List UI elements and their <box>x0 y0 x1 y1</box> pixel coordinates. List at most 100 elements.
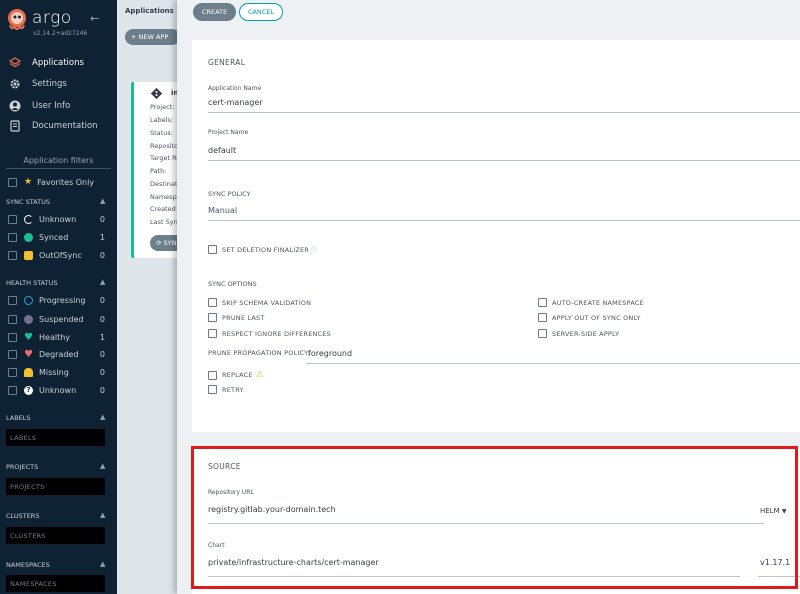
brand-name: argo <box>32 8 72 28</box>
info-icon: ⓘ <box>311 247 318 254</box>
card-field-label: Path: <box>150 167 167 175</box>
namespaces-input[interactable]: NAMESPACES <box>6 575 105 592</box>
card-field-label: Labels: <box>150 116 174 124</box>
caret-up-icon[interactable]: ▲ <box>100 511 105 519</box>
checkbox[interactable] <box>208 385 217 394</box>
filter-health-degraded[interactable]: ♥ Degraded 0 <box>8 350 105 360</box>
chart-input[interactable]: private/infrastructure-charts/cert-manag… <box>208 558 379 567</box>
argo-logo-icon[interactable] <box>6 8 28 32</box>
checkbox[interactable] <box>208 370 217 380</box>
checkbox[interactable] <box>8 368 17 377</box>
filter-sync-unknown[interactable]: Unknown 0 <box>8 215 105 224</box>
checkbox[interactable] <box>8 333 17 342</box>
filter-count: 0 <box>99 251 105 260</box>
replace-checkbox[interactable]: REPLACE ⚠ <box>208 370 264 380</box>
input-underline <box>306 363 800 364</box>
filter-health-progressing[interactable]: Progressing 0 <box>8 296 105 305</box>
filter-label: Unknown <box>39 386 77 395</box>
filter-count: 0 <box>99 315 105 324</box>
apply-out-of-sync-only-checkbox[interactable]: APPLY OUT OF SYNC ONLY <box>538 313 641 322</box>
caret-up-icon[interactable]: ▲ <box>100 560 105 568</box>
project-name-input[interactable]: default <box>208 146 236 155</box>
application-name-input[interactable]: cert-manager <box>208 98 263 107</box>
collapse-arrow-icon[interactable]: ← <box>90 12 99 25</box>
cancel-button[interactable]: CANCEL <box>239 3 283 21</box>
checkbox[interactable] <box>8 296 17 305</box>
filter-health-missing[interactable]: Missing 0 <box>8 368 105 377</box>
checkbox[interactable] <box>208 313 217 322</box>
option-label: RESPECT IGNORE DIFFERENCES <box>222 329 331 338</box>
caret-up-icon[interactable]: ▲ <box>100 413 105 421</box>
checkbox[interactable] <box>538 313 547 322</box>
sync-options-title: SYNC OPTIONS <box>208 280 257 288</box>
caret-up-icon[interactable]: ▲ <box>100 278 105 286</box>
filter-label: OutOfSync <box>39 251 82 260</box>
filter-sync-outofsync[interactable]: OutOfSync 0 <box>8 251 105 260</box>
sync-policy-label: SYNC POLICY <box>208 190 251 198</box>
filter-count: 0 <box>99 296 105 305</box>
favorites-label: Favorites Only <box>37 177 95 187</box>
projects-title: PROJECTS <box>6 463 39 471</box>
retry-checkbox[interactable]: RETRY <box>208 385 244 394</box>
check-circle-icon <box>24 233 33 242</box>
pause-circle-icon <box>24 315 33 324</box>
filter-health-healthy[interactable]: ♥ Healthy 1 <box>8 332 105 343</box>
card-field-label: Project: <box>150 103 175 111</box>
input-underline <box>208 160 800 161</box>
set-deletion-finalizer-checkbox[interactable]: SET DELETION FINALIZER ⓘ <box>208 245 317 254</box>
checkbox[interactable] <box>8 251 17 260</box>
respect-ignore-differences-checkbox[interactable]: RESPECT IGNORE DIFFERENCES <box>208 329 331 338</box>
create-button[interactable]: CREATE <box>193 3 236 21</box>
input-underline <box>208 112 800 113</box>
checkbox[interactable] <box>8 350 17 359</box>
filter-sync-synced[interactable]: Synced 1 <box>8 233 105 242</box>
git-icon <box>150 87 163 100</box>
filter-label: Missing <box>39 368 69 377</box>
projects-input[interactable]: PROJECTS <box>6 478 105 495</box>
checkbox[interactable] <box>8 315 17 324</box>
repository-type-dropdown[interactable]: HELM ▼ <box>760 507 787 515</box>
chart-version-input[interactable]: v1.17.1 <box>760 558 790 567</box>
option-label: SERVER-SIDE APPLY <box>552 329 620 338</box>
skip-schema-validation-checkbox[interactable]: SKIP SCHEMA VALIDATION <box>208 298 311 307</box>
ghost-icon <box>24 368 33 377</box>
new-app-button[interactable]: + NEW APP <box>125 29 180 45</box>
heart-icon: ♥ <box>24 332 33 343</box>
favorites-only-filter[interactable]: ★ Favorites Only <box>8 177 94 187</box>
checkbox[interactable] <box>8 177 17 187</box>
repository-url-input[interactable]: registry.gitlab.your-domain.tech <box>208 505 336 514</box>
prune-propagation-policy-select[interactable]: foreground <box>308 349 352 358</box>
sync-policy-select[interactable]: Manual <box>208 206 237 215</box>
filter-health-suspended[interactable]: Suspended 0 <box>8 315 105 324</box>
caret-up-icon[interactable]: ▲ <box>100 462 105 470</box>
checkbox[interactable] <box>8 386 17 395</box>
health-status-title: HEALTH STATUS <box>6 279 58 287</box>
chart-label: Chart <box>208 542 225 549</box>
sidebar: argo v2.14.2+ad27246 ← Applications Sett… <box>0 0 117 594</box>
checkbox[interactable] <box>538 298 547 307</box>
option-label: REPLACE <box>222 371 253 379</box>
nav-user-info[interactable]: User Info <box>9 100 70 112</box>
checkbox[interactable] <box>8 233 17 242</box>
nav-settings[interactable]: Settings <box>9 78 67 90</box>
nav-documentation[interactable]: Documentation <box>9 120 98 132</box>
server-side-apply-checkbox[interactable]: SERVER-SIDE APPLY <box>538 329 619 338</box>
filter-label: Progressing <box>39 296 86 305</box>
labels-input[interactable]: LABELS <box>6 429 105 446</box>
checkbox[interactable] <box>208 298 217 307</box>
auto-create-namespace-checkbox[interactable]: AUTO-CREATE NAMESPACE <box>538 298 644 307</box>
filter-health-unknown[interactable]: ? Unknown 0 <box>8 386 105 395</box>
filter-label: Healthy <box>39 333 71 342</box>
nav-label: Applications <box>32 58 84 68</box>
book-icon <box>9 120 21 132</box>
caret-up-icon[interactable]: ▲ <box>100 197 105 205</box>
prune-last-checkbox[interactable]: PRUNE LAST <box>208 313 265 322</box>
sync-status-title: SYNC STATUS <box>6 198 50 206</box>
checkbox[interactable] <box>8 215 17 224</box>
option-label: SKIP SCHEMA VALIDATION <box>222 298 312 307</box>
checkbox[interactable] <box>208 245 217 254</box>
checkbox[interactable] <box>538 329 547 338</box>
clusters-input[interactable]: CLUSTERS <box>6 527 105 544</box>
nav-applications[interactable]: Applications <box>8 57 84 69</box>
checkbox[interactable] <box>208 329 217 338</box>
